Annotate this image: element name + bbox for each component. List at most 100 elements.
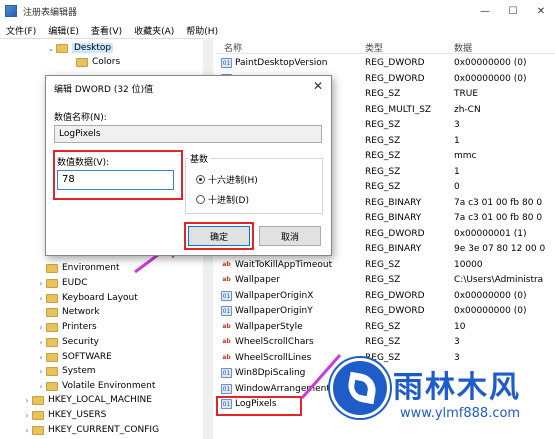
cell-type: REG_DWORD <box>365 228 425 239</box>
string-value-icon: ab <box>222 276 231 283</box>
cell-name: Wallpaper <box>235 275 281 285</box>
column-name[interactable]: 名称 <box>224 41 242 54</box>
folder-icon <box>46 293 58 303</box>
menu-view[interactable]: 查看(V) <box>91 24 122 37</box>
list-header: 名称 类型 数据 <box>216 38 555 54</box>
tree-item-printers[interactable]: › Printers <box>36 320 96 334</box>
cell-data: 3 <box>454 120 460 130</box>
watermark-url: www.ylmf888.com <box>400 406 521 421</box>
cell-name: WindowArrangement <box>235 383 330 394</box>
table-row[interactable]: ab Wallpaper REG_SZ C:\Users\Administra <box>216 273 555 288</box>
cell-name: WallpaperOriginX <box>235 290 314 301</box>
value-name-field: LogPixels <box>54 125 322 143</box>
minimize-button[interactable]: — <box>471 0 499 22</box>
table-row[interactable]: ab WaitToKillAppTimeout REG_SZ 10000 <box>216 258 555 273</box>
cancel-button[interactable]: 取消 <box>259 226 321 246</box>
dec-radio[interactable]: 十进制(D) <box>196 193 249 206</box>
chevron-right-icon[interactable]: › <box>36 338 46 347</box>
chevron-right-icon[interactable]: › <box>36 382 46 391</box>
menu-favorites[interactable]: 收藏夹(A) <box>134 24 174 37</box>
cell-type: REG_SZ <box>365 337 401 347</box>
cell-name: WaitToKillAppTimeout <box>235 259 333 270</box>
cell-type: REG_MULTI_SZ <box>365 104 432 115</box>
folder-icon <box>46 337 58 347</box>
string-value-icon: ab <box>222 260 231 268</box>
cell-name: Win8DpiScaling <box>235 368 306 378</box>
chevron-right-icon[interactable]: › <box>22 396 32 405</box>
tree-item-environment[interactable]: Environment <box>36 261 119 275</box>
menu-edit[interactable]: 编辑(E) <box>48 24 79 37</box>
folder-icon <box>46 278 58 288</box>
folder-icon <box>56 43 68 53</box>
tree-item-keyboard-layout[interactable]: › Keyboard Layout <box>36 291 137 305</box>
hex-radio[interactable]: 十六进制(H) <box>196 173 258 186</box>
dialog-title: 编辑 DWORD (32 位)值 <box>54 85 154 95</box>
tree-item-hkcc[interactable]: › HKEY_CURRENT_CONFIG <box>22 423 159 437</box>
chevron-right-icon[interactable]: › <box>36 353 46 362</box>
cell-type: REG_SZ <box>365 166 401 177</box>
cell-data: 10000 <box>454 259 483 270</box>
logpixels-highlight <box>216 396 302 416</box>
table-row[interactable]: 01 WallpaperOriginX REG_DWORD 0x00000000 (0… <box>216 289 555 304</box>
folder-icon <box>46 381 58 391</box>
chevron-right-icon[interactable]: › <box>36 279 46 288</box>
tree-item-hklm[interactable]: › HKEY_LOCAL_MACHINE <box>22 393 152 407</box>
cell-data: 0x00000000 (0) <box>454 290 527 301</box>
cell-name: WallpaperOriginY <box>235 306 313 316</box>
tree-item-eudc[interactable]: › EUDC <box>36 276 87 290</box>
table-row[interactable]: 01 WallpaperOriginY REG_DWORD 0x00000000 (0… <box>216 304 555 319</box>
tree-item-colors[interactable]: Colors <box>76 55 120 69</box>
window-title: 注册表编辑器 <box>23 7 78 18</box>
table-row[interactable]: ab WallpaperStyle REG_SZ 10 <box>216 320 555 335</box>
cell-type: REG_SZ <box>365 89 401 99</box>
cell-data: 7a c3 01 00 fb 80 0 <box>454 197 543 208</box>
chevron-right-icon[interactable]: › <box>36 323 46 332</box>
cell-data: mmc <box>454 151 477 161</box>
chevron-right-icon[interactable]: › <box>36 367 46 376</box>
tree-item-security[interactable]: › Security <box>36 335 99 349</box>
cell-type: REG_SZ <box>365 120 401 130</box>
column-data[interactable]: 数据 <box>454 41 472 54</box>
table-row[interactable]: 01 PaintDesktopVersion REG_DWORD 0x00000000… <box>216 56 555 71</box>
menu-help[interactable]: 帮助(H) <box>186 24 218 37</box>
folder-icon <box>32 395 44 405</box>
cell-data: C:\Users\Administra <box>454 275 544 285</box>
folder-icon <box>46 307 58 317</box>
cell-data: 0x00000000 (0) <box>454 58 527 68</box>
tree-item-volatile-environment[interactable]: › Volatile Environment <box>36 379 155 393</box>
chevron-right-icon[interactable]: › <box>36 294 46 303</box>
tree-item-network[interactable]: Network <box>36 305 100 319</box>
chevron-down-icon[interactable]: ⌄ <box>46 44 56 53</box>
tree-item-hku[interactable]: › HKEY_USERS <box>22 408 106 422</box>
dialog-close-icon[interactable]: ✕ <box>313 79 323 93</box>
menu-file[interactable]: 文件(F) <box>6 24 36 37</box>
cell-name: WallpaperStyle <box>235 321 303 332</box>
edit-dword-dialog: 编辑 DWORD (32 位)值 ✕ 数值名称(N): LogPixels 数值… <box>45 75 332 256</box>
chevron-right-icon[interactable]: › <box>22 411 32 420</box>
cell-data: TRUE <box>454 89 479 99</box>
cell-type: REG_SZ <box>365 321 401 332</box>
string-value-icon: ab <box>222 322 231 330</box>
tree-item-system[interactable]: › System <box>36 364 95 378</box>
cell-name: WheelScrollChars <box>235 337 314 347</box>
maximize-button[interactable]: ☐ <box>499 0 527 22</box>
binary-value-icon: 01 <box>221 306 232 316</box>
cell-type: REG_SZ <box>365 259 401 270</box>
folder-icon <box>46 366 58 376</box>
cell-name: PaintDesktopVersion <box>235 58 328 68</box>
cell-type: REG_DWORD <box>365 290 425 301</box>
table-row[interactable]: ab WheelScrollChars REG_SZ 3 <box>216 335 555 350</box>
tree-item-desktop[interactable]: ⌄ Desktop <box>46 41 114 55</box>
tree-item-software[interactable]: › SOFTWARE <box>36 350 111 364</box>
chevron-right-icon[interactable]: › <box>22 426 32 435</box>
title-bar: 注册表编辑器 — ☐ ✕ <box>0 0 555 22</box>
column-type[interactable]: 类型 <box>365 41 383 54</box>
string-value-icon: ab <box>222 338 231 345</box>
value-data-highlight <box>53 150 183 200</box>
cell-type: REG_SZ <box>365 275 401 285</box>
radio-icon <box>196 195 205 204</box>
close-button[interactable]: ✕ <box>527 0 555 22</box>
cell-data: 1 <box>454 166 460 177</box>
cell-data: 0x00000000 (0) <box>454 306 527 316</box>
folder-icon <box>46 322 58 332</box>
